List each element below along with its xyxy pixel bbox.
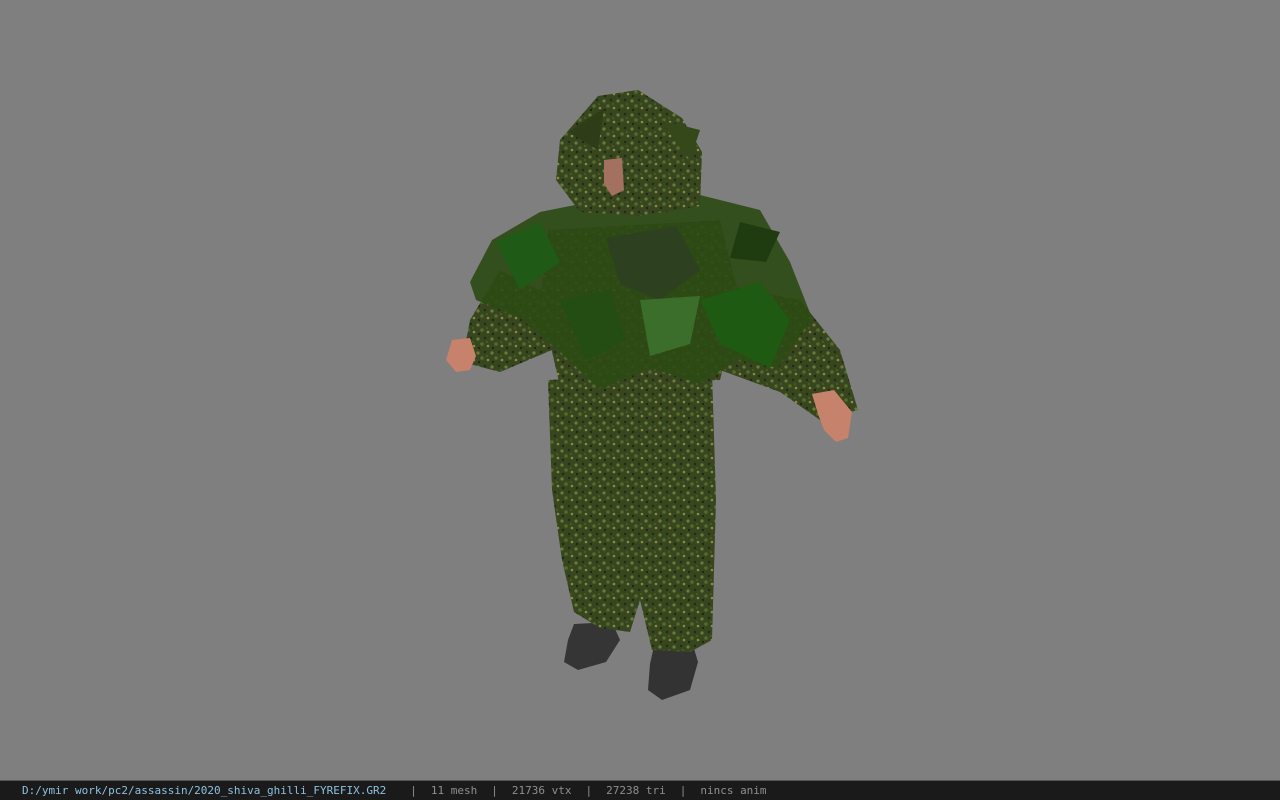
separator: | xyxy=(585,784,593,797)
separator: | xyxy=(491,784,498,797)
status-bar: D:/ymir work/pc2/assassin/2020_shiva_ghi… xyxy=(0,780,1280,800)
triangle-count: 27238 tri xyxy=(606,784,666,797)
vertex-count: 21736 vtx xyxy=(511,784,572,797)
mesh-count: 11 mesh xyxy=(430,784,478,797)
left-hand xyxy=(446,338,476,372)
separator: | xyxy=(679,784,687,797)
file-path-label: D:/ymir work/pc2/assassin/2020_shiva_ghi… xyxy=(22,784,387,797)
separator: | xyxy=(410,784,417,797)
ghillie-suit-model xyxy=(446,90,858,700)
animation-status: nincs anim xyxy=(700,784,767,797)
3d-viewport[interactable] xyxy=(0,0,1280,780)
